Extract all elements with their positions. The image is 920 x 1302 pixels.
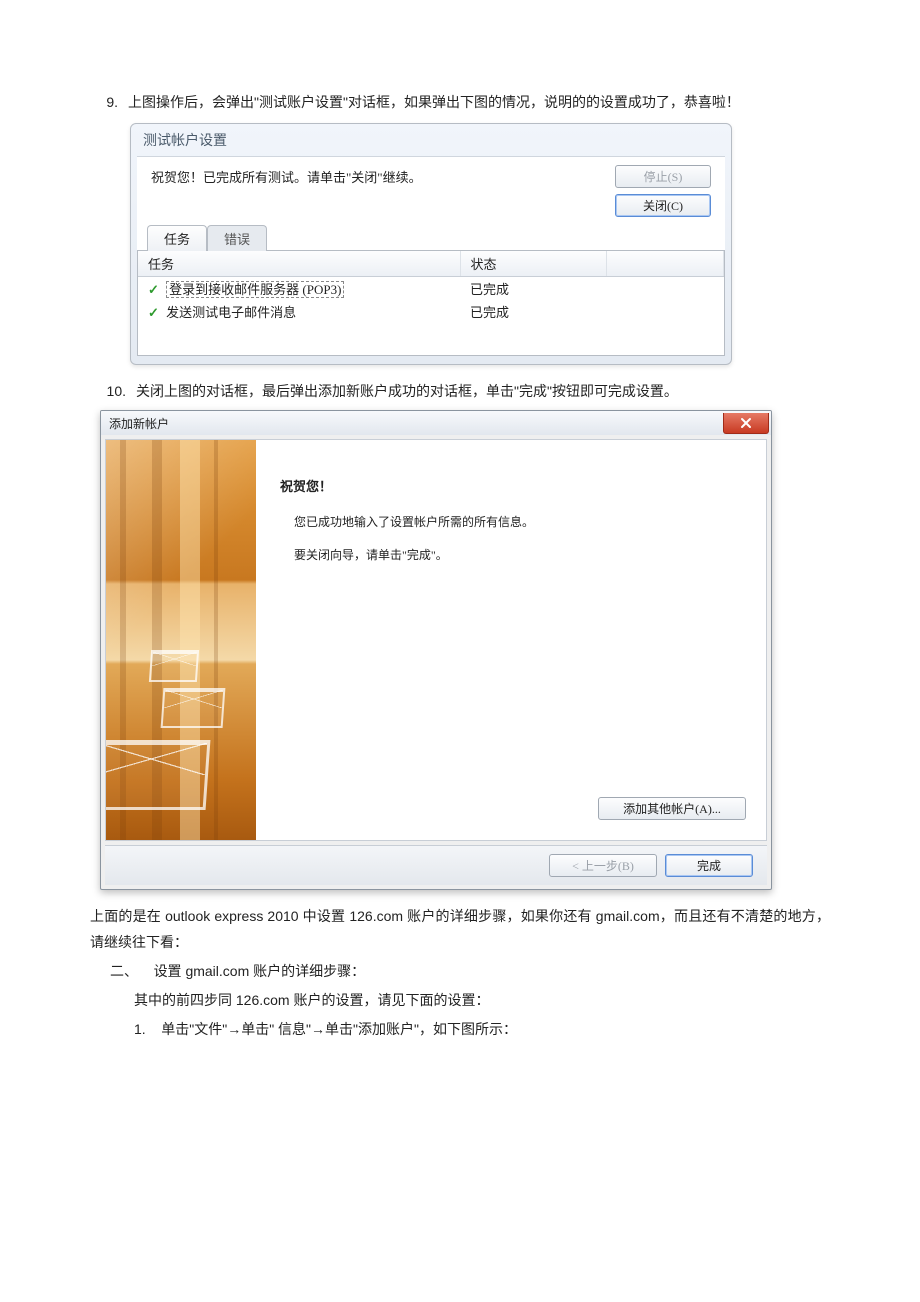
section-2-item-1: 1. 单击"文件"→单击" 信息"→单击"添加账户"，如下图所示：	[134, 1017, 830, 1042]
table-row: ✓ 登录到接收邮件服务器 (POP3) 已完成	[138, 277, 724, 301]
task-name: 发送测试电子邮件消息	[166, 305, 296, 320]
envelope-icon	[161, 688, 226, 728]
dialog-title: 添加新帐户	[109, 415, 169, 432]
col-status: 状态	[460, 251, 606, 277]
task-status: 已完成	[460, 277, 606, 301]
wizard-text: 您已成功地输入了设置帐户所需的所有信息。	[294, 513, 742, 530]
add-other-account-button[interactable]: 添加其他帐户(A)...	[598, 797, 746, 820]
check-icon: ✓	[148, 282, 159, 297]
section-2-heading: 二、 设置 gmail.com 账户的详细步骤：	[110, 959, 830, 984]
tab-errors[interactable]: 错误	[207, 225, 267, 251]
task-status-table: 任务 状态 ✓ 登录到接收邮件服务器 (POP3) 已完成	[138, 251, 724, 355]
table-row: ✓ 发送测试电子邮件消息 已完成	[138, 300, 724, 323]
wizard-text: 要关闭向导，请单击"完成"。	[294, 546, 742, 563]
add-new-account-dialog: 添加新帐户 祝贺您！ 您已成功地输入了设置帐户所需的所有信息。 要关闭向导，请单…	[100, 410, 772, 890]
check-icon: ✓	[148, 305, 159, 320]
task-name: 登录到接收邮件服务器 (POP3)	[166, 281, 344, 298]
task-status: 已完成	[460, 300, 606, 323]
close-icon[interactable]	[723, 413, 769, 434]
dialog-title: 测试帐户设置	[131, 124, 731, 156]
step-number: 10.	[90, 379, 136, 404]
summary-paragraph: 上面的是在 outlook express 2010 中设置 126.com 账…	[90, 904, 830, 954]
item-number: 1.	[134, 1021, 146, 1037]
step-9: 9. 上图操作后，会弹出"测试账户设置"对话框，如果弹出下图的情况，说明的的设置…	[90, 90, 830, 115]
close-button[interactable]: 关闭(C)	[615, 194, 711, 217]
section-number: 二、	[110, 963, 138, 979]
step-text: 关闭上图的对话框，最后弹出添加新账户成功的对话框，单击"完成"按钮即可完成设置。	[136, 379, 830, 404]
finish-button[interactable]: 完成	[665, 854, 753, 877]
step-10: 10. 关闭上图的对话框，最后弹出添加新账户成功的对话框，单击"完成"按钮即可完…	[90, 379, 830, 404]
envelope-icon	[106, 740, 210, 810]
wizard-heading: 祝贺您！	[280, 476, 742, 495]
item-text: 单击"文件"→单击" 信息"→单击"添加账户"，如下图所示：	[161, 1021, 517, 1037]
wizard-artwork	[106, 440, 256, 840]
section-2-subtext: 其中的前四步同 126.com 账户的设置，请见下面的设置：	[134, 988, 830, 1013]
step-text: 上图操作后，会弹出"测试账户设置"对话框，如果弹出下图的情况，说明的的设置成功了…	[128, 90, 830, 115]
step-number: 9.	[90, 90, 128, 115]
back-button[interactable]: < 上一步(B)	[549, 854, 657, 877]
test-account-settings-dialog: 测试帐户设置 祝贺您！已完成所有测试。请单击"关闭"继续。 停止(S) 关闭(C…	[130, 123, 732, 365]
section-title: 设置 gmail.com 账户的详细步骤：	[154, 963, 366, 979]
envelope-icon	[149, 650, 199, 682]
stop-button[interactable]: 停止(S)	[615, 165, 711, 188]
tab-tasks[interactable]: 任务	[147, 225, 207, 251]
col-task: 任务	[138, 251, 460, 277]
